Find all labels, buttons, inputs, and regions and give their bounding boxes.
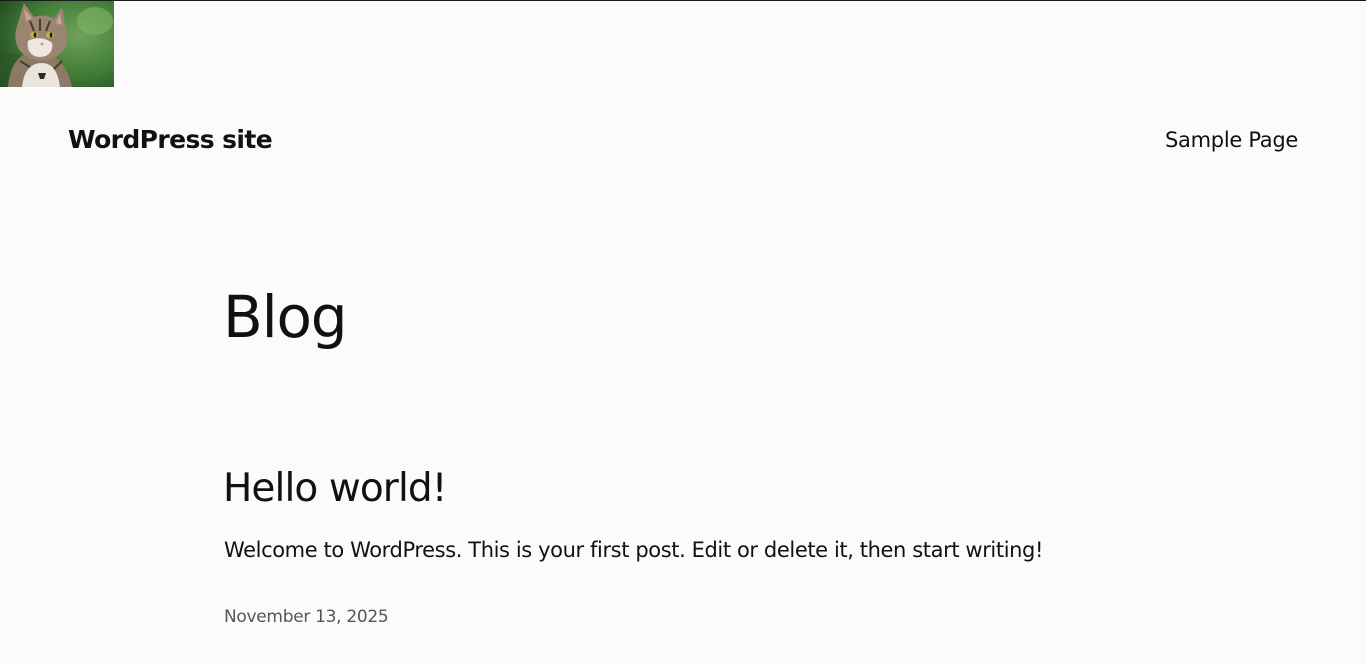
site-title[interactable]: WordPress site	[68, 125, 273, 154]
post-title-link[interactable]: Hello world!	[223, 463, 447, 515]
header-image[interactable]	[0, 1, 114, 87]
post-excerpt: Welcome to WordPress. This is your first…	[224, 538, 1043, 562]
post-date[interactable]: November 13, 2025	[224, 607, 389, 627]
cat-photo-icon	[0, 1, 114, 87]
page-title: Blog	[223, 283, 348, 351]
page: WordPress site Sample Page Blog Hello wo…	[0, 0, 1366, 663]
nav-item-sample-page[interactable]: Sample Page	[1165, 128, 1298, 152]
